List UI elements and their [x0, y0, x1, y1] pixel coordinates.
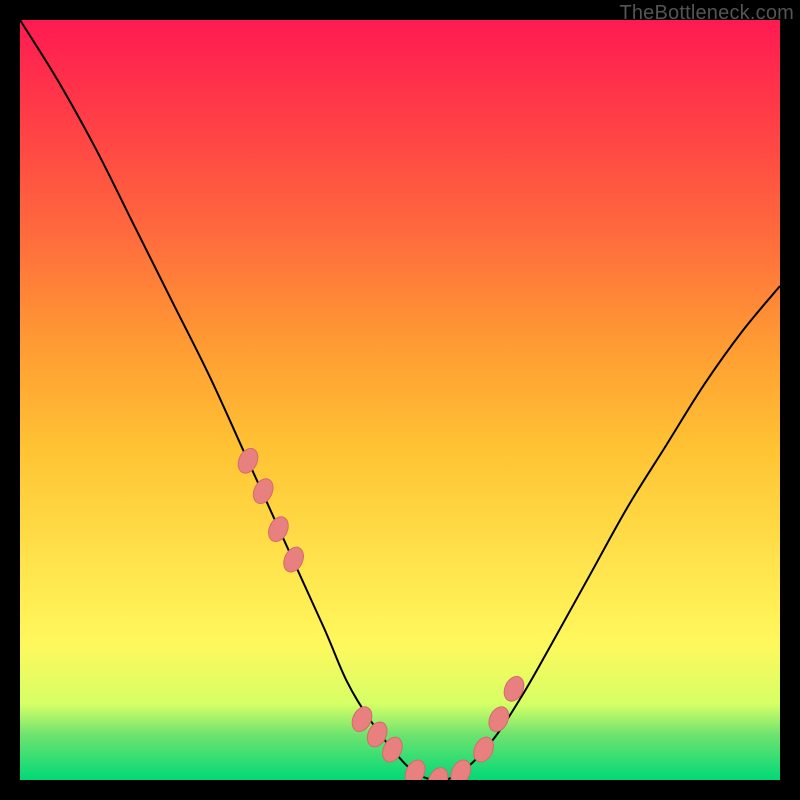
bottleneck-curve	[20, 20, 780, 780]
watermark-text: TheBottleneck.com	[619, 2, 794, 25]
highlight-dot	[234, 445, 261, 476]
highlight-dot	[500, 673, 527, 704]
highlight-dot	[485, 704, 512, 735]
highlight-dot	[250, 476, 277, 507]
chart-frame: TheBottleneck.com	[0, 0, 800, 800]
highlight-dot	[265, 514, 292, 545]
plot-area	[20, 20, 780, 780]
highlight-dot	[280, 544, 307, 575]
highlight-dots	[234, 445, 527, 780]
bottleneck-curve-svg	[20, 20, 780, 780]
highlight-dot	[447, 757, 474, 780]
